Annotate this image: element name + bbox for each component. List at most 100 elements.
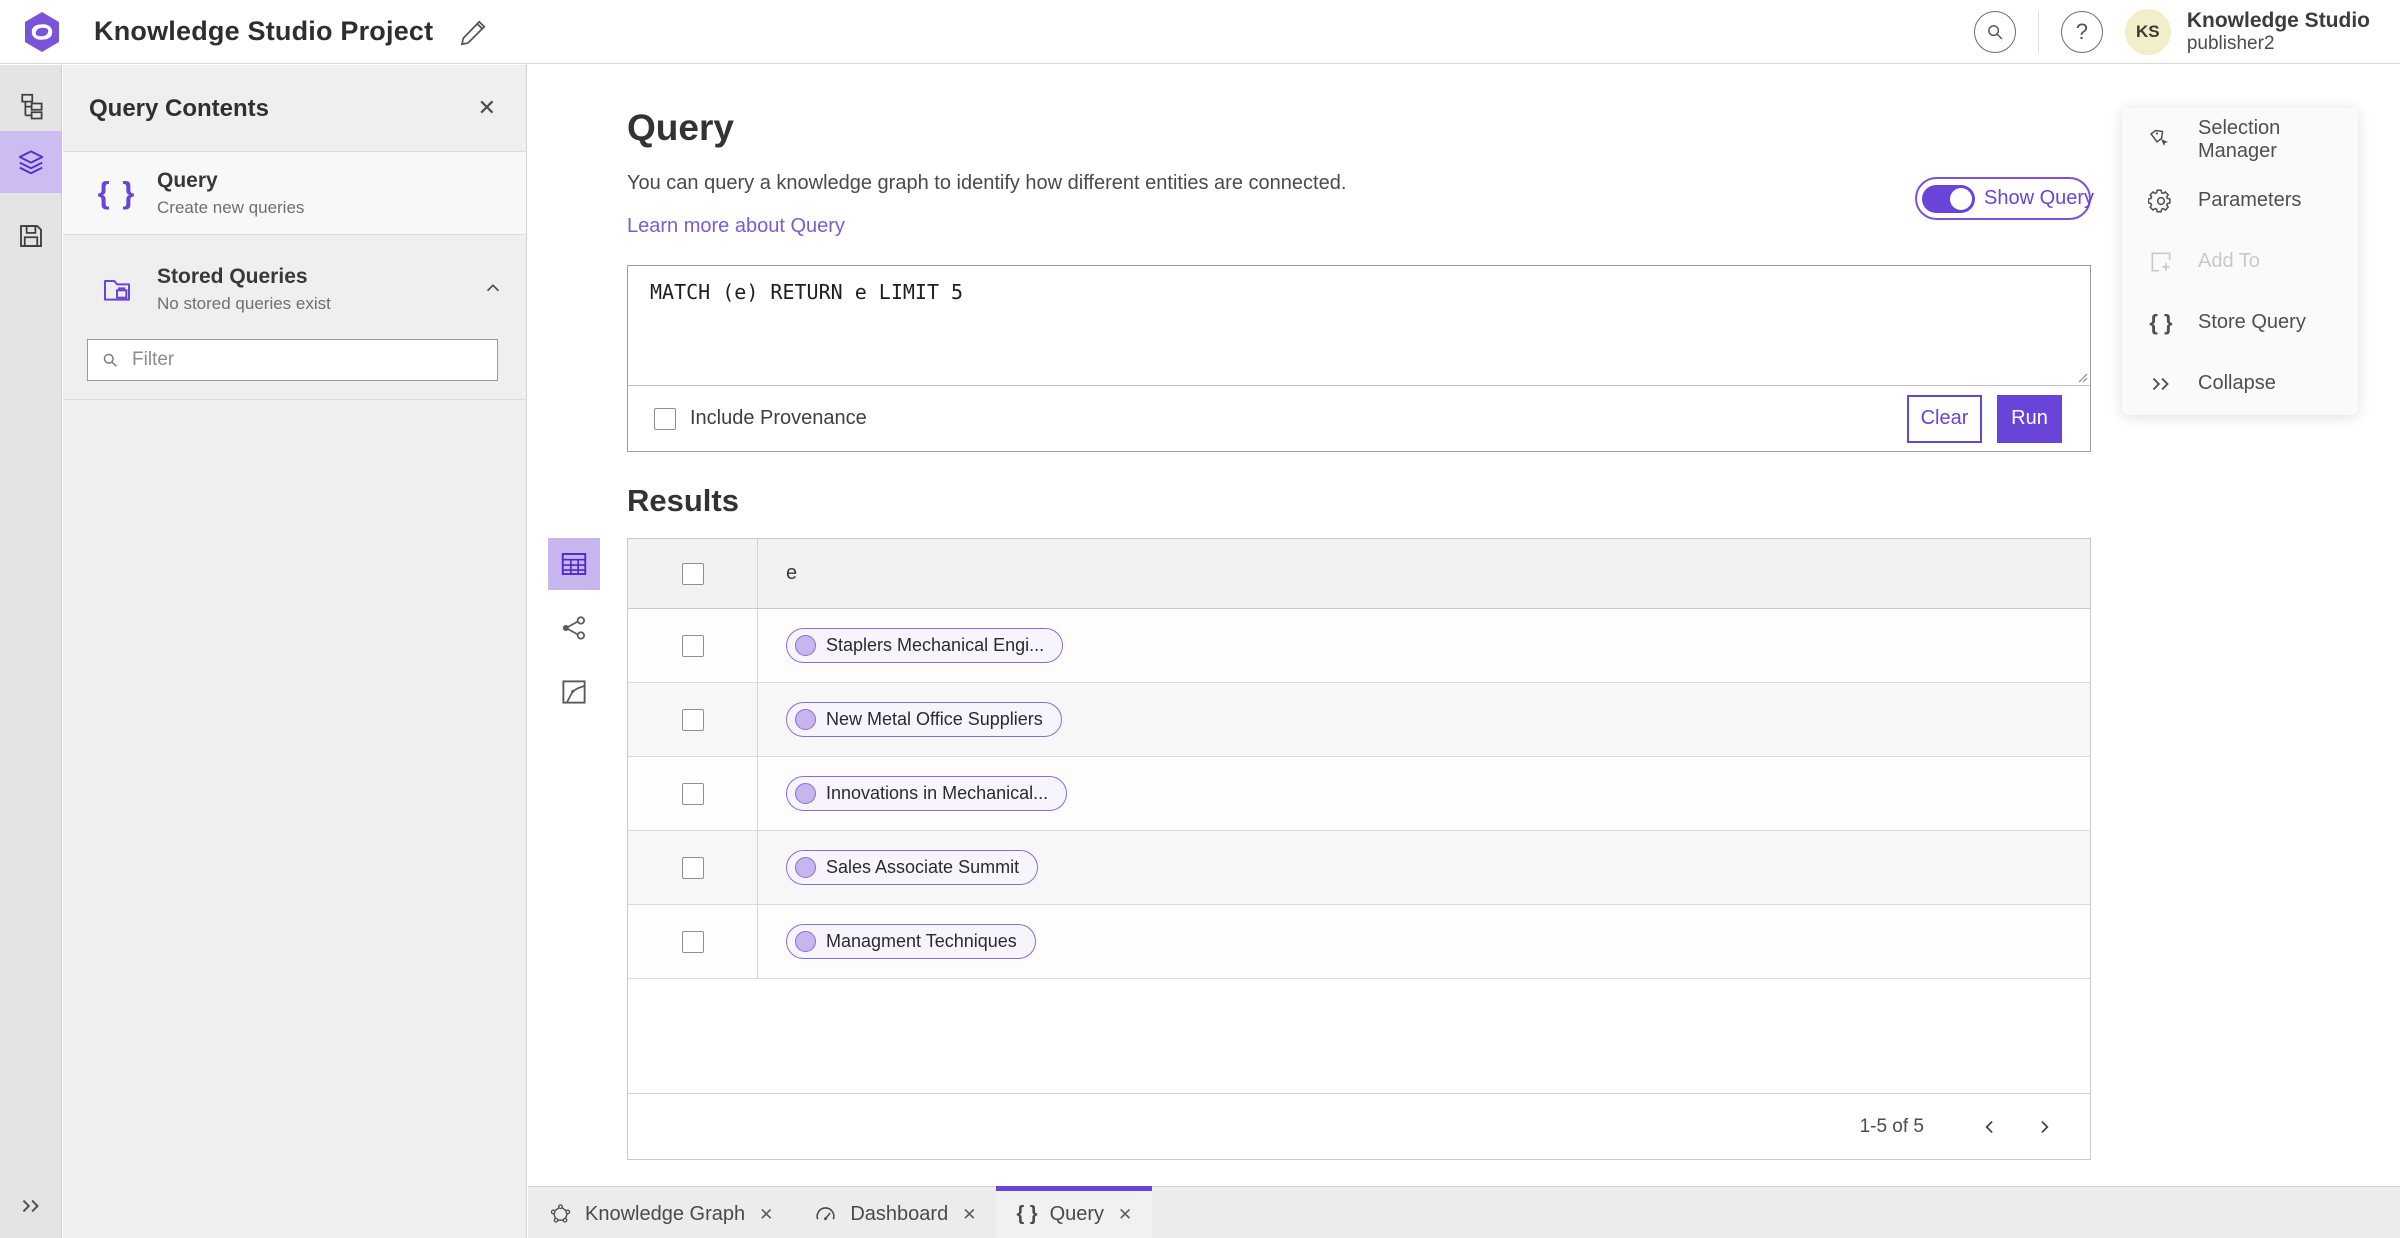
table-view-button[interactable] <box>548 538 600 590</box>
clear-button[interactable]: Clear <box>1907 394 1982 443</box>
results-table: e Staplers Mechanical Engi... New Metal … <box>627 538 2091 1160</box>
toggle-switch[interactable] <box>1922 184 1975 213</box>
network-graph-icon <box>550 1204 571 1223</box>
collapse-section-chevron[interactable] <box>482 277 504 304</box>
stored-queries-filter[interactable] <box>87 339 498 381</box>
previous-page-button[interactable] <box>1970 1107 2010 1147</box>
row-checkbox[interactable] <box>681 782 704 805</box>
tab-label: Knowledge Graph <box>585 1203 746 1225</box>
entity-label: Sales Associate Summit <box>826 857 1020 877</box>
table-view-icon <box>561 553 587 575</box>
select-all-checkbox[interactable] <box>681 562 704 585</box>
sidebar-item-save[interactable] <box>0 205 62 267</box>
learn-more-link[interactable]: Learn more about Query <box>627 215 845 238</box>
collapse-panel-item[interactable]: Collapse <box>2122 353 2358 414</box>
parameters-item[interactable]: Parameters <box>2122 170 2358 231</box>
entity-pill[interactable]: Managment Techniques <box>786 924 1036 959</box>
top-bar: Knowledge Studio Project ? KS Knowledge … <box>0 0 2400 64</box>
query-textarea[interactable]: MATCH (e) RETURN e LIMIT 5 <box>628 266 2090 385</box>
hierarchy-icon <box>21 93 43 120</box>
entity-dot-icon <box>795 709 816 730</box>
table-pagination: 1-5 of 5 <box>628 1093 2090 1159</box>
link-chart-view-button[interactable] <box>548 602 600 654</box>
chevron-up-icon <box>486 284 500 292</box>
entity-pill[interactable]: Innovations in Mechanical... <box>786 776 1068 811</box>
top-bar-divider <box>2037 10 2039 53</box>
entity-pill[interactable]: New Metal Office Suppliers <box>786 702 1062 737</box>
table-row: Managment Techniques <box>628 905 2090 979</box>
toggle-knob <box>1950 187 1972 210</box>
page-description: You can query a knowledge graph to ident… <box>627 172 1347 194</box>
tab-label: Dashboard <box>850 1203 949 1225</box>
action-label: Add To <box>2198 250 2260 272</box>
table-row: Staplers Mechanical Engi... <box>628 609 2090 683</box>
query-contents-panel: Query Contents ✕ { } Query Create new qu… <box>63 65 527 1238</box>
store-query-item[interactable]: { } Store Query <box>2122 292 2358 353</box>
tab-query[interactable]: { } Query ✕ <box>996 1186 1153 1238</box>
entity-pill[interactable]: Sales Associate Summit <box>786 850 1039 885</box>
row-checkbox[interactable] <box>681 856 704 879</box>
action-label: Selection Manager <box>2198 116 2281 162</box>
link-chart-view-icon <box>562 616 585 640</box>
query-actions-row: Include Provenance Clear Run <box>628 386 2090 451</box>
action-label: Store Query <box>2198 311 2306 333</box>
search-icon <box>103 353 117 367</box>
row-checkbox[interactable] <box>681 930 704 953</box>
edit-title-pencil-icon[interactable] <box>459 17 489 47</box>
table-header-row: e <box>628 539 2090 609</box>
add-to-item: Add To <box>2122 231 2358 292</box>
sidebar-item-layers[interactable] <box>0 131 62 193</box>
map-view-button[interactable] <box>548 666 600 718</box>
knowledge-studio-app: Knowledge Studio Project ? KS Knowledge … <box>0 0 2400 1238</box>
search-button[interactable] <box>1973 10 2016 53</box>
contents-item-stored-queries[interactable]: Stored Queries No stored queries exist <box>63 247 526 331</box>
panel-title: Query Contents <box>89 95 270 122</box>
include-provenance-checkbox[interactable] <box>654 407 676 430</box>
close-tab-icon[interactable]: ✕ <box>1118 1205 1132 1225</box>
entity-dot-icon <box>795 857 816 878</box>
results-view-switcher <box>548 538 600 730</box>
curly-braces-icon: { } <box>97 175 137 210</box>
tab-knowledge-graph[interactable]: Knowledge Graph ✕ <box>528 1186 793 1238</box>
entity-dot-icon <box>795 635 816 656</box>
entity-pill[interactable]: Staplers Mechanical Engi... <box>786 628 1064 663</box>
contents-item-query[interactable]: { } Query Create new queries <box>63 151 526 235</box>
double-chevron-right-icon <box>22 1199 39 1213</box>
gauge-icon <box>816 1207 835 1221</box>
run-button[interactable]: Run <box>1997 394 2062 443</box>
close-panel-icon[interactable]: ✕ <box>472 95 502 121</box>
show-query-toggle[interactable]: Show Query <box>1915 177 2095 220</box>
tab-label: Query <box>1049 1203 1105 1225</box>
action-label: Parameters <box>2198 189 2302 211</box>
map-view-icon <box>562 680 586 704</box>
close-tab-icon[interactable]: ✕ <box>759 1205 773 1225</box>
table-row: Sales Associate Summit <box>628 831 2090 905</box>
row-checkbox[interactable] <box>681 708 704 731</box>
show-query-label: Show Query <box>1984 187 2095 209</box>
query-action-panel: Selection Manager Parameters Add To { } … <box>2122 108 2358 415</box>
section-divider <box>63 399 526 400</box>
tab-dashboard[interactable]: Dashboard ✕ <box>793 1186 996 1238</box>
user-info[interactable]: Knowledge Studio publisher2 <box>2187 9 2370 55</box>
selection-manager-item[interactable]: Selection Manager <box>2122 109 2358 170</box>
sidebar-item-knowledge-graph[interactable] <box>0 75 62 137</box>
chevron-right-icon <box>2041 1120 2049 1133</box>
row-checkbox[interactable] <box>681 634 704 657</box>
project-title: Knowledge Studio Project <box>94 16 434 46</box>
item-description: No stored queries exist <box>157 293 331 313</box>
query-main-area: Query You can query a knowledge graph to… <box>528 65 2400 1186</box>
view-tab-bar: Knowledge Graph ✕ Dashboard ✕ { } Query … <box>528 1186 2400 1238</box>
filter-input[interactable] <box>132 349 485 371</box>
resize-grip-icon[interactable] <box>2074 369 2088 383</box>
expand-rail-button[interactable] <box>0 1184 62 1228</box>
item-title: Query <box>157 169 218 193</box>
help-button[interactable]: ? <box>2060 10 2103 53</box>
query-contents-header: Query Contents ✕ <box>63 65 526 151</box>
next-page-button[interactable] <box>2024 1107 2064 1147</box>
close-tab-icon[interactable]: ✕ <box>962 1205 976 1225</box>
entity-label: Innovations in Mechanical... <box>826 783 1049 803</box>
entity-label: Staplers Mechanical Engi... <box>826 635 1045 655</box>
user-avatar[interactable]: KS <box>2124 8 2171 55</box>
page-title: Query <box>627 107 734 148</box>
app-logo-icon[interactable] <box>20 10 64 54</box>
